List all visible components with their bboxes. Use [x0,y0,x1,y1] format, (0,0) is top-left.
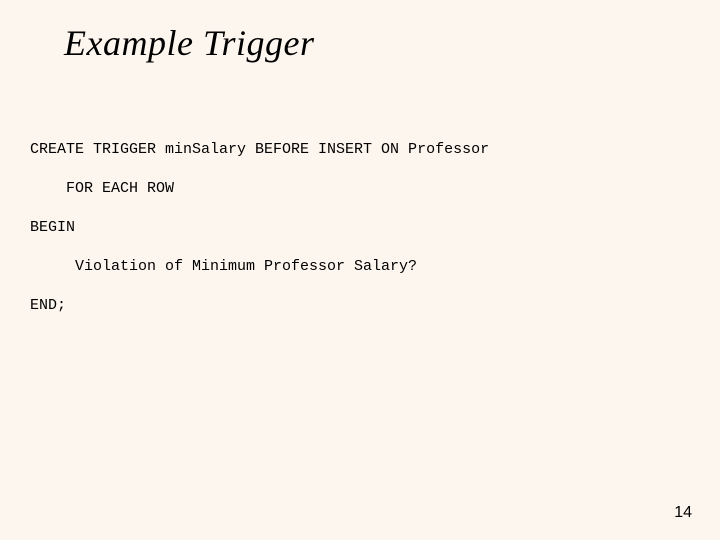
code-line-3: BEGIN [30,219,75,236]
code-line-2: FOR EACH ROW [30,180,174,197]
code-line-1: CREATE TRIGGER minSalary BEFORE INSERT O… [30,141,489,158]
page-number: 14 [674,504,692,522]
code-block: CREATE TRIGGER minSalary BEFORE INSERT O… [30,120,489,315]
code-line-5: END; [30,297,66,314]
slide-title: Example Trigger [64,22,314,64]
slide: Example Trigger CREATE TRIGGER minSalary… [0,0,720,540]
code-line-4: Violation of Minimum Professor Salary? [30,258,417,275]
